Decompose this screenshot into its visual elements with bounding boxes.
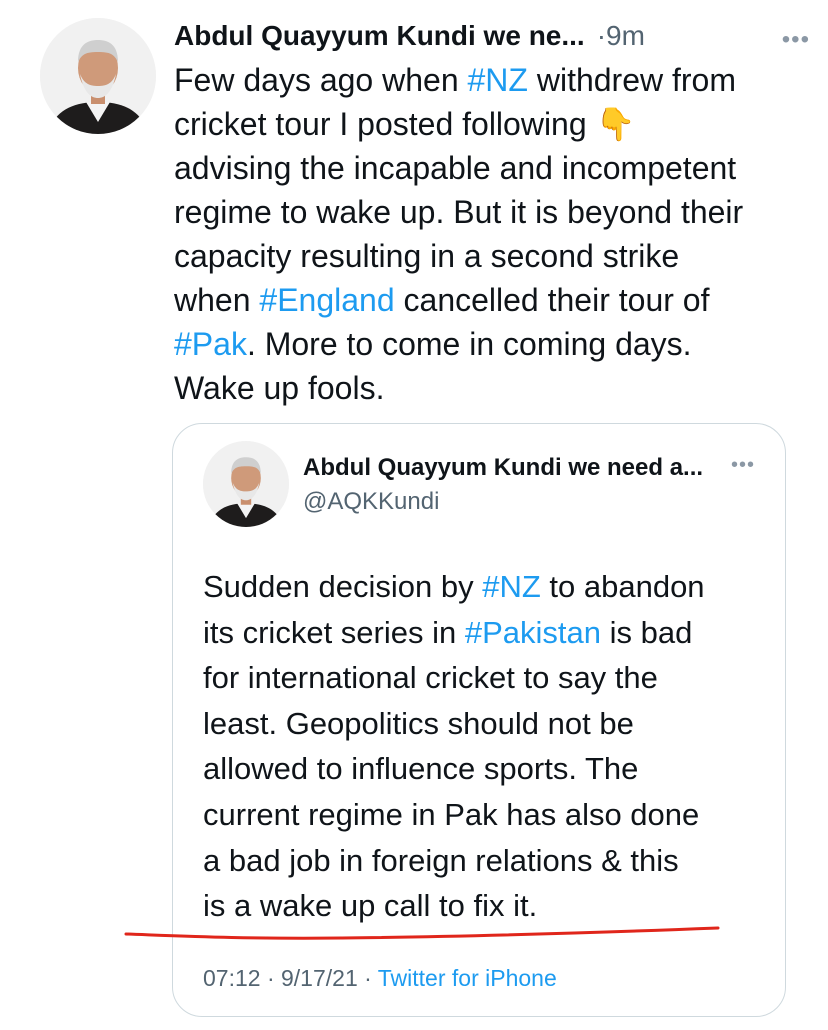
- hashtag-link[interactable]: #Pak: [174, 326, 247, 362]
- tweet-source-link[interactable]: Twitter for iPhone: [378, 965, 557, 991]
- header-separator: ·: [596, 20, 607, 51]
- text-segment: Few days ago when: [174, 62, 468, 98]
- more-icon[interactable]: •••: [782, 20, 810, 60]
- tweet-header: Abdul Quayyum Kundi we ne... · 9m •••: [174, 16, 814, 56]
- quoted-timestamp[interactable]: 07:12 · 9/17/21: [203, 965, 358, 991]
- quoted-author-name[interactable]: Abdul Quayyum Kundi we need a...: [303, 452, 703, 484]
- text-segment: is bad for international cricket to say …: [203, 614, 700, 924]
- author-name[interactable]: Abdul Quayyum Kundi we ne...: [174, 16, 585, 56]
- quoted-author-avatar[interactable]: [203, 441, 289, 527]
- red-underline-annotation: [124, 926, 720, 940]
- hashtag-link[interactable]: #Pakistan: [465, 615, 601, 650]
- hashtag-link[interactable]: #NZ: [482, 569, 541, 604]
- tweet-text: Few days ago when #NZ withdrew from cric…: [174, 58, 814, 410]
- tweet-time[interactable]: 9m: [606, 16, 645, 56]
- quoted-author-handle[interactable]: @AQKKundi: [303, 486, 439, 518]
- footer-separator: ·: [357, 965, 378, 991]
- text-segment: . More to come in coming days. Wake up f…: [174, 326, 692, 406]
- pointing-down-emoji: 👇: [595, 106, 636, 142]
- quoted-more-icon[interactable]: •••: [731, 454, 755, 477]
- text-segment: cancelled their tour of: [403, 282, 710, 318]
- quoted-tweet-text: Sudden decision by #NZ to abandon its cr…: [203, 564, 773, 929]
- author-avatar[interactable]: [40, 18, 156, 134]
- text-segment: Sudden decision by: [203, 569, 483, 604]
- hashtag-link[interactable]: #NZ: [468, 62, 528, 98]
- quoted-tweet-footer: 07:12 · 9/17/21 · Twitter for iPhone: [203, 962, 557, 994]
- hashtag-link[interactable]: #England: [259, 282, 394, 318]
